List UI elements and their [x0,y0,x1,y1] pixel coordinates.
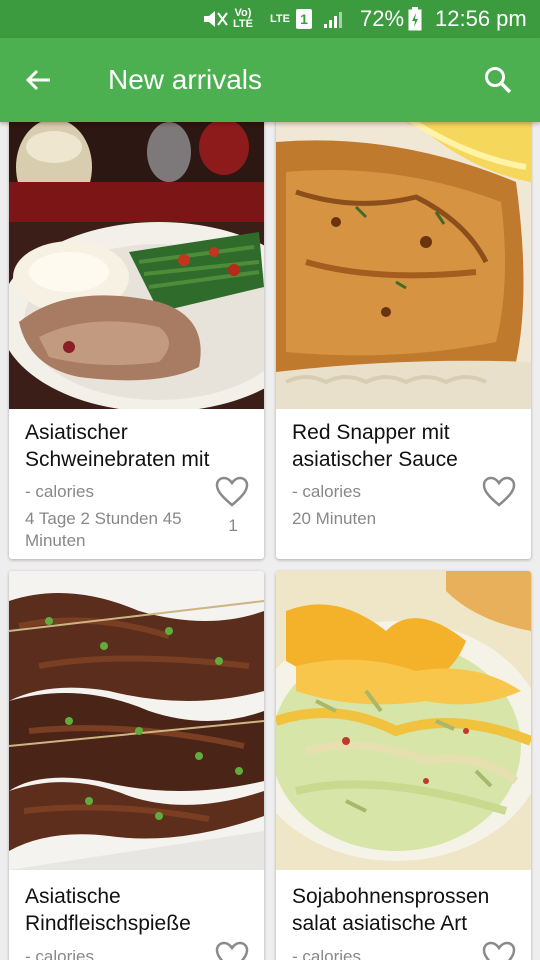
clock: 12:56 pm [435,6,527,31]
battery-icon [408,0,422,38]
recipe-image [276,571,531,870]
sim-icon: 1 [296,0,312,38]
recipe-card[interactable]: Asiatische Rindfleischspieße - calories [9,571,264,960]
page-title: New arrivals [108,64,263,95]
recipe-card[interactable]: Red Snapper mit asiatischer Sauce - calo… [276,122,531,559]
recipe-image [9,122,264,409]
recipe-name: Asiatische Rindfleischspieße [25,885,191,935]
recipe-name: Asiatischer Schweinebraten mit [25,421,210,471]
search-icon [485,67,512,94]
search-button[interactable] [474,56,522,104]
recipe-calories: - calories [292,947,361,960]
recipe-card[interactable]: Sojabohnensprossen salat asiatische Art … [276,571,531,960]
recipe-grid: Asiatischer Schweinebraten mit - calorie… [0,122,540,960]
app-bar: New arrivals [0,38,540,122]
recipe-calories: - calories [25,482,94,501]
recipe-calories: - calories [292,482,361,501]
like-count: 1 [228,516,238,535]
recipe-card[interactable]: Asiatischer Schweinebraten mit - calorie… [9,122,264,559]
recipe-time: 20 Minuten [292,509,377,528]
heart-icon[interactable] [482,476,516,508]
recipe-image [9,571,264,870]
status-bar: Vo) LTE LTE 1 72% 12:56 pm [0,0,540,38]
back-button[interactable] [14,56,62,104]
battery-percent: 72% [360,6,405,31]
heart-icon[interactable] [215,476,249,508]
recipe-time: 4 Tage 2 Stunden 45 Minuten [25,509,182,548]
recipe-image [276,122,531,409]
signal-icon [322,0,346,38]
arrow-left-icon [25,69,50,91]
lte-icon: LTE [270,13,290,25]
heart-icon[interactable] [482,941,516,960]
recipe-calories: - calories [25,947,94,960]
recipe-name: Red Snapper mit asiatischer Sauce [292,421,458,471]
recipe-name: Sojabohnensprossen salat asiatische Art [292,885,490,935]
mute-icon [200,0,230,38]
volte-icon: Vo) LTE [233,7,253,30]
heart-icon[interactable] [215,941,249,960]
